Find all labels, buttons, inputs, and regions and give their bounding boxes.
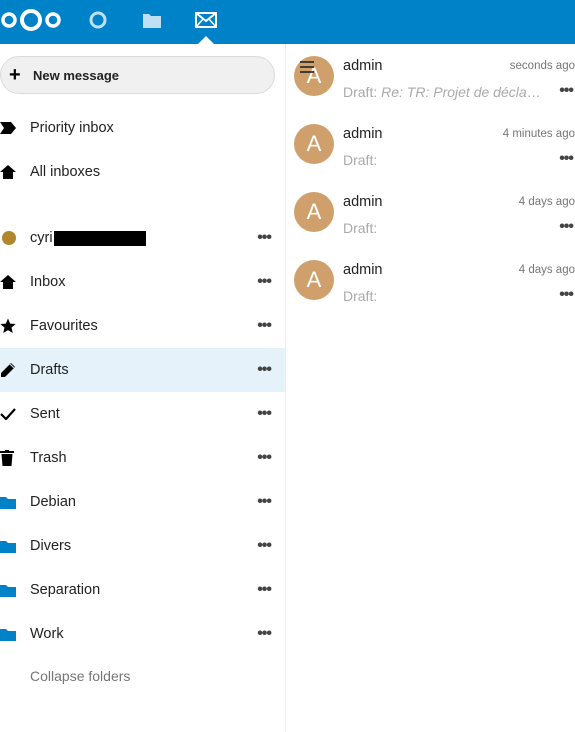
message-preview: Draft: Re: TR: Projet de déclar… xyxy=(343,84,543,100)
star-icon xyxy=(0,318,30,334)
message-preview: Draft: xyxy=(343,152,377,168)
message-time: 4 minutes ago xyxy=(502,128,575,140)
sidebar-item-work[interactable]: Work ••• xyxy=(0,612,285,656)
check-icon xyxy=(0,408,30,420)
message-time: seconds ago xyxy=(509,60,575,72)
sidebar-item-all-inboxes[interactable]: All inboxes xyxy=(0,150,285,194)
message-time: 4 days ago xyxy=(518,264,575,276)
new-message-label: New message xyxy=(33,67,119,83)
folder-icon xyxy=(0,628,30,641)
more-options-icon[interactable]: ••• xyxy=(257,625,272,643)
message-sender: admin xyxy=(343,262,383,278)
message-item[interactable]: A admin seconds ago Draft: Re: TR: Proje… xyxy=(286,44,575,112)
account-name: cyri xyxy=(30,230,53,246)
mail-app-icon[interactable] xyxy=(194,8,218,32)
message-item[interactable]: A admin 4 days ago Draft: ••• xyxy=(286,180,575,248)
sidebar-item-debian[interactable]: Debian ••• xyxy=(0,480,285,524)
more-options-icon[interactable]: ••• xyxy=(257,493,272,511)
more-options-icon[interactable]: ••• xyxy=(257,581,272,599)
message-list: A admin seconds ago Draft: Re: TR: Proje… xyxy=(286,44,575,732)
priority-icon xyxy=(0,122,30,134)
more-options-icon[interactable]: ••• xyxy=(559,218,574,236)
folder-icon xyxy=(0,540,30,553)
folder-icon xyxy=(0,584,30,597)
avatar: A xyxy=(294,124,334,164)
sidebar-item-label: Sent xyxy=(30,406,60,422)
sidebar-item-label: Divers xyxy=(30,538,72,554)
home-icon xyxy=(0,165,30,179)
account-color-icon xyxy=(2,231,16,245)
sidebar-item-label: Favourites xyxy=(30,318,98,334)
message-sender: admin xyxy=(343,126,383,142)
message-subject: Re: TR: Projet de déclar… xyxy=(381,84,543,100)
sidebar-item-account[interactable]: cyri ••• xyxy=(0,216,285,260)
sidebar-item-label: Inbox xyxy=(30,274,66,290)
folder-icon xyxy=(0,496,30,509)
message-preview: Draft: xyxy=(343,288,377,304)
message-item[interactable]: A admin 4 minutes ago Draft: ••• xyxy=(286,112,575,180)
app-header xyxy=(0,0,575,44)
new-message-button[interactable]: + New message xyxy=(0,56,275,94)
sidebar-item-inbox[interactable]: Inbox ••• xyxy=(0,260,285,304)
more-options-icon[interactable]: ••• xyxy=(559,150,574,168)
draft-prefix: Draft: xyxy=(343,288,378,304)
home-icon xyxy=(0,275,30,289)
nextcloud-logo-icon[interactable] xyxy=(0,8,62,32)
message-time: 4 days ago xyxy=(518,196,575,208)
sidebar-item-label: Trash xyxy=(30,450,67,466)
pencil-icon xyxy=(0,362,30,378)
more-options-icon[interactable]: ••• xyxy=(257,537,272,555)
active-app-indicator xyxy=(198,36,214,44)
message-preview: Draft: xyxy=(343,220,377,236)
files-app-icon[interactable] xyxy=(140,8,164,32)
avatar: A xyxy=(294,192,334,232)
draft-prefix: Draft: xyxy=(343,84,378,100)
dashboard-app-icon[interactable] xyxy=(86,8,110,32)
more-options-icon[interactable]: ••• xyxy=(257,361,272,379)
more-options-icon[interactable]: ••• xyxy=(257,405,272,423)
more-options-icon[interactable]: ••• xyxy=(559,286,574,304)
sidebar-item-label: Drafts xyxy=(30,362,69,378)
sidebar-item-label: Priority inbox xyxy=(30,120,114,136)
more-options-icon[interactable]: ••• xyxy=(257,449,272,467)
sidebar-item-trash[interactable]: Trash ••• xyxy=(0,436,285,480)
sidebar: + New message Priority inbox All inboxes… xyxy=(0,44,286,732)
message-sender: admin xyxy=(343,194,383,210)
more-options-icon[interactable]: ••• xyxy=(257,317,272,335)
message-item[interactable]: A admin 4 days ago Draft: ••• xyxy=(286,248,575,316)
sidebar-item-separation[interactable]: Separation ••• xyxy=(0,568,285,612)
plus-icon: + xyxy=(9,64,21,86)
trash-icon xyxy=(0,450,30,466)
sidebar-item-label: Debian xyxy=(30,494,76,510)
draft-prefix: Draft: xyxy=(343,152,378,168)
sidebar-item-label: All inboxes xyxy=(30,164,101,180)
sidebar-item-sent[interactable]: Sent ••• xyxy=(0,392,285,436)
more-options-icon[interactable]: ••• xyxy=(257,229,272,247)
redacted-block xyxy=(53,230,146,246)
message-sender: admin xyxy=(343,58,383,74)
draft-prefix: Draft: xyxy=(343,220,378,236)
more-options-icon[interactable]: ••• xyxy=(559,82,574,100)
sidebar-item-drafts[interactable]: Drafts ••• xyxy=(0,348,285,392)
sidebar-item-divers[interactable]: Divers ••• xyxy=(0,524,285,568)
sidebar-item-favourites[interactable]: Favourites ••• xyxy=(0,304,285,348)
more-options-icon[interactable]: ••• xyxy=(257,273,272,291)
sidebar-item-label: Separation xyxy=(30,582,101,598)
sidebar-item-priority-inbox[interactable]: Priority inbox xyxy=(0,106,285,150)
avatar: A xyxy=(294,260,334,300)
collapse-folders-link[interactable]: Collapse folders xyxy=(30,668,130,684)
hamburger-menu-icon[interactable] xyxy=(300,60,314,78)
sidebar-item-label: Work xyxy=(30,626,64,642)
